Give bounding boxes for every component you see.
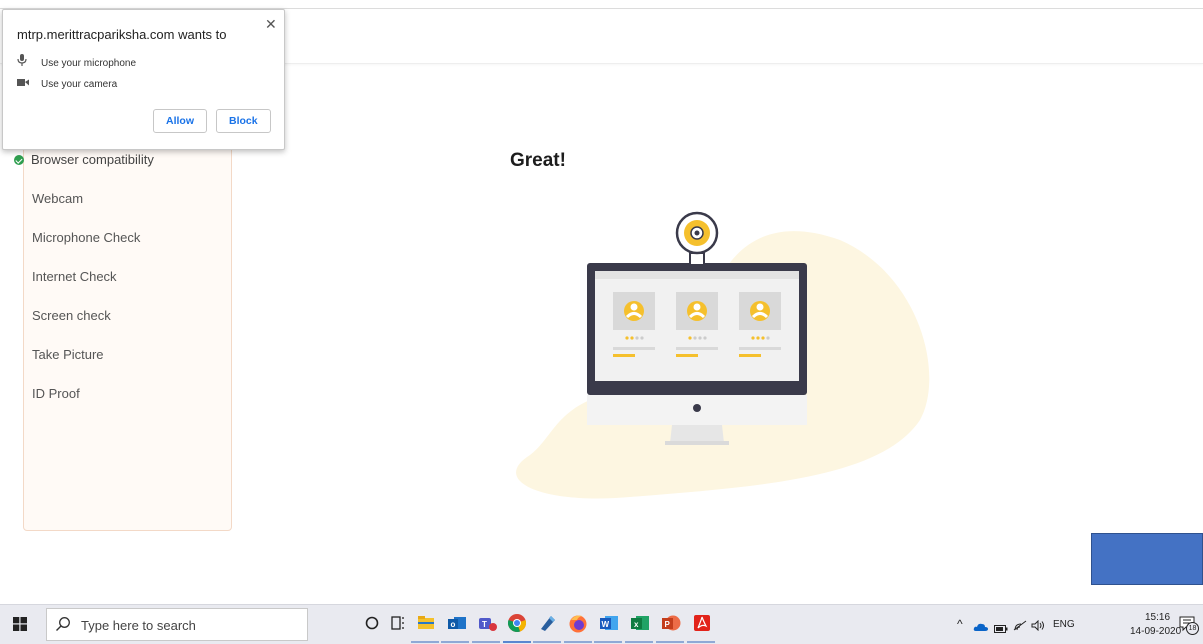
word-icon[interactable]: W — [598, 612, 620, 634]
firefox-icon[interactable] — [567, 612, 589, 634]
search-icon — [55, 616, 71, 637]
svg-text:W: W — [602, 620, 610, 629]
svg-text:P: P — [665, 620, 671, 629]
monitor-stand — [670, 425, 724, 443]
excel-icon[interactable]: x — [629, 612, 651, 634]
blue-overlay-box — [1091, 533, 1203, 585]
user-card — [739, 292, 781, 357]
windows-start-icon[interactable] — [13, 617, 27, 636]
chevron-up-icon[interactable]: ^ — [957, 617, 963, 631]
permission-camera: Use your camera — [17, 78, 117, 90]
user-card — [676, 292, 718, 357]
onedrive-icon[interactable] — [973, 619, 989, 637]
file-explorer-icon[interactable] — [415, 612, 437, 634]
clock-date[interactable]: 14-09-2020 — [1130, 626, 1181, 637]
notification-count: 18 — [1186, 622, 1199, 635]
language-indicator[interactable]: ENG — [1053, 619, 1075, 630]
sidebar-item-webcam[interactable]: Webcam — [32, 191, 83, 206]
user-card — [613, 292, 655, 357]
sidebar-item-internet-check[interactable]: Internet Check — [32, 269, 117, 284]
system-check-sidebar — [23, 118, 232, 531]
speaker-icon[interactable] — [1031, 618, 1047, 636]
acrobat-icon[interactable] — [691, 612, 713, 634]
camera-icon — [17, 78, 31, 90]
taskbar-search-box[interactable]: Type here to search — [46, 608, 308, 641]
webcam-icon — [675, 211, 719, 266]
microphone-icon — [17, 54, 31, 69]
clock-time[interactable]: 15:16 — [1145, 612, 1170, 623]
powerpoint-icon[interactable]: P — [660, 612, 682, 634]
svg-text:x: x — [634, 620, 639, 629]
svg-text:o: o — [451, 620, 456, 629]
notification-icon[interactable]: 18 — [1179, 615, 1199, 638]
sidebar-item-browser-compatibility[interactable]: Browser compatibility — [14, 152, 154, 167]
outlook-icon[interactable]: o — [446, 612, 468, 634]
sidebar-item-screen-check[interactable]: Screen check — [32, 308, 111, 323]
cortana-icon[interactable] — [361, 612, 383, 634]
svg-text:T: T — [482, 620, 487, 629]
windows-taskbar: Type here to search o T W x P ^ ENG 15:1… — [0, 604, 1203, 644]
teams-icon[interactable]: T — [476, 612, 498, 634]
popup-title: mtrp.merittracpariksha.com wants to — [17, 27, 227, 42]
sidebar-item-microphone-check[interactable]: Microphone Check — [32, 230, 140, 245]
page-title: Great! — [510, 150, 566, 171]
sidebar-item-id-proof[interactable]: ID Proof — [32, 386, 80, 401]
sidebar-item-take-picture[interactable]: Take Picture — [32, 347, 104, 362]
app-icon[interactable] — [537, 612, 559, 634]
chrome-icon[interactable] — [506, 612, 528, 634]
search-placeholder: Type here to search — [81, 618, 196, 633]
permission-microphone: Use your microphone — [17, 54, 136, 69]
battery-icon[interactable] — [994, 620, 1008, 638]
power-button — [693, 404, 701, 412]
allow-button[interactable]: Allow — [153, 109, 207, 133]
check-icon — [14, 155, 24, 165]
task-view-icon[interactable] — [387, 612, 409, 634]
block-button[interactable]: Block — [216, 109, 271, 133]
permission-popup: mtrp.merittracpariksha.com wants to ✕ Us… — [2, 9, 285, 150]
close-icon[interactable]: ✕ — [265, 16, 277, 33]
wifi-icon[interactable] — [1013, 618, 1027, 636]
webcam-monitor-illustration — [516, 211, 930, 499]
